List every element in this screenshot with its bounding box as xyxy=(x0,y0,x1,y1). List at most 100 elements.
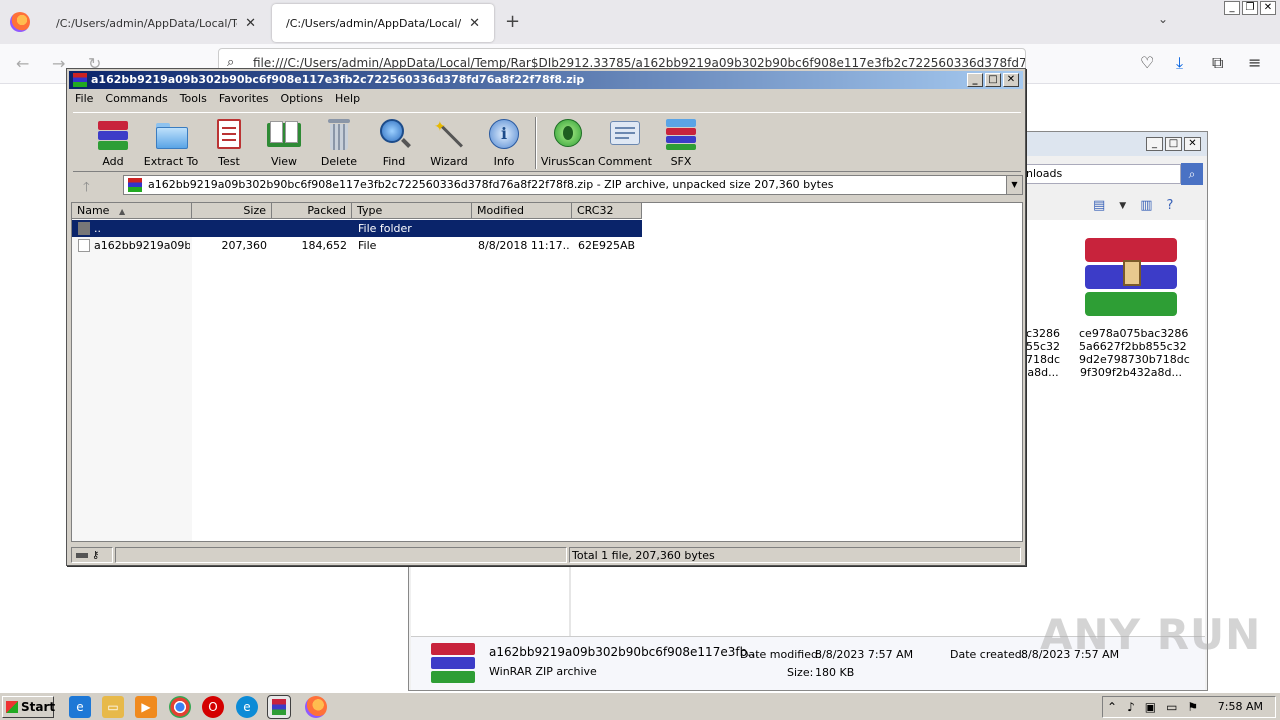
clock[interactable]: 7:58 AM xyxy=(1218,697,1263,717)
minimize-icon[interactable]: _ xyxy=(1224,1,1240,15)
toolbar-label: VirusScan xyxy=(540,155,596,168)
close-icon[interactable]: ✕ xyxy=(1184,137,1201,151)
list-item[interactable]: .. File folder xyxy=(72,220,642,237)
pocket-icon[interactable]: ♡ xyxy=(1140,53,1154,72)
maximize-icon[interactable]: □ xyxy=(1165,137,1182,151)
close-icon[interactable]: ✕ xyxy=(1260,1,1276,15)
folder-icon xyxy=(154,117,188,151)
list-item[interactable]: a162bb9219a09b... 207,360 184,652 File 8… xyxy=(72,237,642,254)
flag-icon[interactable]: ⚑ xyxy=(1187,697,1198,717)
path-bar: 🡑 a162bb9219a09b302b90bc6f908e117e3fb2c7… xyxy=(73,175,1023,200)
forward-arrow-icon[interactable]: → xyxy=(52,54,65,73)
menu-help[interactable]: Help xyxy=(329,90,366,108)
browser-tab-strip: /C:/Users/admin/AppData/Local/Temp/Ra ✕ … xyxy=(0,0,1280,44)
minimize-icon[interactable]: _ xyxy=(967,73,983,87)
column-header-type[interactable]: Type xyxy=(352,203,472,219)
column-header-packed[interactable]: Packed xyxy=(272,203,352,219)
file-label[interactable]: ce978a075bac3286 5a6627f2bb855c32 9d2e79… xyxy=(1079,327,1190,379)
up-arrow-icon[interactable]: 🡑 xyxy=(83,178,90,200)
parent-folder-icon xyxy=(78,222,90,235)
network-icon[interactable]: ▣ xyxy=(1145,697,1156,717)
find-button[interactable]: Find xyxy=(365,117,423,168)
test-button[interactable]: Test xyxy=(200,117,258,168)
close-tab-icon[interactable]: ✕ xyxy=(469,16,480,31)
details-file-name: a162bb9219a09b302b90bc6f908e117e3fb... xyxy=(489,645,759,659)
menu-options[interactable]: Options xyxy=(275,90,329,108)
chevron-down-icon[interactable]: ⌄ xyxy=(1158,12,1168,26)
menu-icon[interactable]: ≡ xyxy=(1248,53,1261,72)
file-explorer-icon[interactable]: ▭ xyxy=(102,696,124,718)
maximize-icon[interactable]: □ xyxy=(985,73,1001,87)
file-label[interactable]: c3286 55c32 718dc a8d... xyxy=(1019,327,1067,379)
start-label: Start xyxy=(21,700,56,714)
column-header-size[interactable]: Size xyxy=(192,203,272,219)
close-tab-icon[interactable]: ✕ xyxy=(245,16,256,31)
media-player-icon[interactable]: ▶ xyxy=(135,696,157,718)
info-button[interactable]: i Info xyxy=(475,117,533,168)
search-icon[interactable]: ⌕ xyxy=(1181,163,1203,185)
firefox-icon[interactable] xyxy=(305,696,327,718)
delete-button[interactable]: Delete xyxy=(310,117,368,168)
close-icon[interactable]: ✕ xyxy=(1003,73,1019,87)
sfx-button[interactable]: SFX xyxy=(652,117,710,168)
browser-tab-1[interactable]: /C:/Users/admin/AppData/Local/Temp/Ra ✕ xyxy=(42,4,270,42)
extensions-icon[interactable]: ⧉ xyxy=(1212,53,1223,73)
menu-bar: File Commands Tools Favorites Options He… xyxy=(69,90,366,108)
column-header-crc32[interactable]: CRC32 xyxy=(572,203,642,219)
chevron-up-icon[interactable]: ⌃ xyxy=(1107,697,1117,717)
tab-title: /C:/Users/admin/AppData/Local/Temp/Ra xyxy=(286,16,462,30)
opera-icon[interactable]: O xyxy=(202,696,224,718)
toolbar-label: SFX xyxy=(670,155,692,168)
winrar-taskbar-icon[interactable] xyxy=(267,695,291,719)
item-type: File xyxy=(358,239,377,252)
edge-icon[interactable]: e xyxy=(236,696,258,718)
view-button[interactable]: View xyxy=(255,117,313,168)
new-tab-icon[interactable]: + xyxy=(505,11,520,32)
toolbar-label: View xyxy=(270,155,298,168)
preview-pane-icon[interactable]: ▥ xyxy=(1140,198,1152,214)
ie-icon[interactable]: e xyxy=(69,696,91,718)
view-options-icon[interactable]: ▤ xyxy=(1093,198,1105,214)
menu-favorites[interactable]: Favorites xyxy=(213,90,275,108)
wizard-button[interactable]: ✦ Wizard xyxy=(420,117,478,168)
explorer-search-input[interactable]: nloads xyxy=(1021,164,1181,184)
status-drive-icons: ⚷ xyxy=(71,547,113,563)
back-arrow-icon[interactable]: ← xyxy=(16,54,29,73)
browser-tab-2[interactable]: /C:/Users/admin/AppData/Local/Temp/Ra ✕ xyxy=(272,4,494,42)
winrar-window-controls: _ □ ✕ xyxy=(967,73,1019,87)
chrome-icon[interactable] xyxy=(169,696,191,718)
download-icon[interactable]: ⤓ xyxy=(1176,53,1183,73)
explorer-view-controls: ▤ ▼ ▥ ? xyxy=(1093,198,1173,214)
menu-tools[interactable]: Tools xyxy=(174,90,213,108)
minimize-icon[interactable]: _ xyxy=(1146,137,1163,151)
virusscan-button[interactable]: VirusScan xyxy=(539,117,597,168)
chevron-down-icon[interactable]: ▼ xyxy=(1006,176,1022,194)
drive-icon xyxy=(76,553,88,558)
winrar-titlebar[interactable]: a162bb9219a09b302b90bc6f908e117e3fb2c722… xyxy=(69,71,1023,89)
menu-commands[interactable]: Commands xyxy=(99,90,173,108)
file-icon xyxy=(78,239,90,252)
column-header-modified[interactable]: Modified xyxy=(472,203,572,219)
display-icon[interactable]: ▭ xyxy=(1166,697,1177,717)
details-file-type: WinRAR ZIP archive xyxy=(489,665,597,678)
toolbar-label: Comment xyxy=(598,155,652,168)
details-size: 180 KB xyxy=(815,666,855,679)
chevron-down-icon[interactable]: ▼ xyxy=(1119,198,1126,214)
item-size: 207,360 xyxy=(221,239,268,252)
column-header-name[interactable]: Name ▲ xyxy=(72,203,192,219)
restore-icon[interactable]: ❐ xyxy=(1242,1,1258,15)
details-date-created-label: Date created: xyxy=(950,648,1026,661)
volume-icon[interactable]: ♪ xyxy=(1127,697,1135,717)
comment-button[interactable]: Comment xyxy=(596,117,654,168)
clipboard-check-icon xyxy=(212,117,246,151)
item-name: .. xyxy=(94,222,101,235)
path-combobox[interactable]: a162bb9219a09b302b90bc6f908e117e3fb2c722… xyxy=(123,175,1023,195)
menu-file[interactable]: File xyxy=(69,90,99,108)
winrar-archive-icon[interactable] xyxy=(1085,236,1177,320)
start-button[interactable]: Start xyxy=(2,696,56,718)
help-icon[interactable]: ? xyxy=(1167,198,1174,214)
add-button[interactable]: Add xyxy=(84,117,142,168)
extract-to-button[interactable]: Extract To xyxy=(138,117,204,168)
comment-icon xyxy=(608,117,642,151)
toolbar-label: Delete xyxy=(320,155,358,168)
